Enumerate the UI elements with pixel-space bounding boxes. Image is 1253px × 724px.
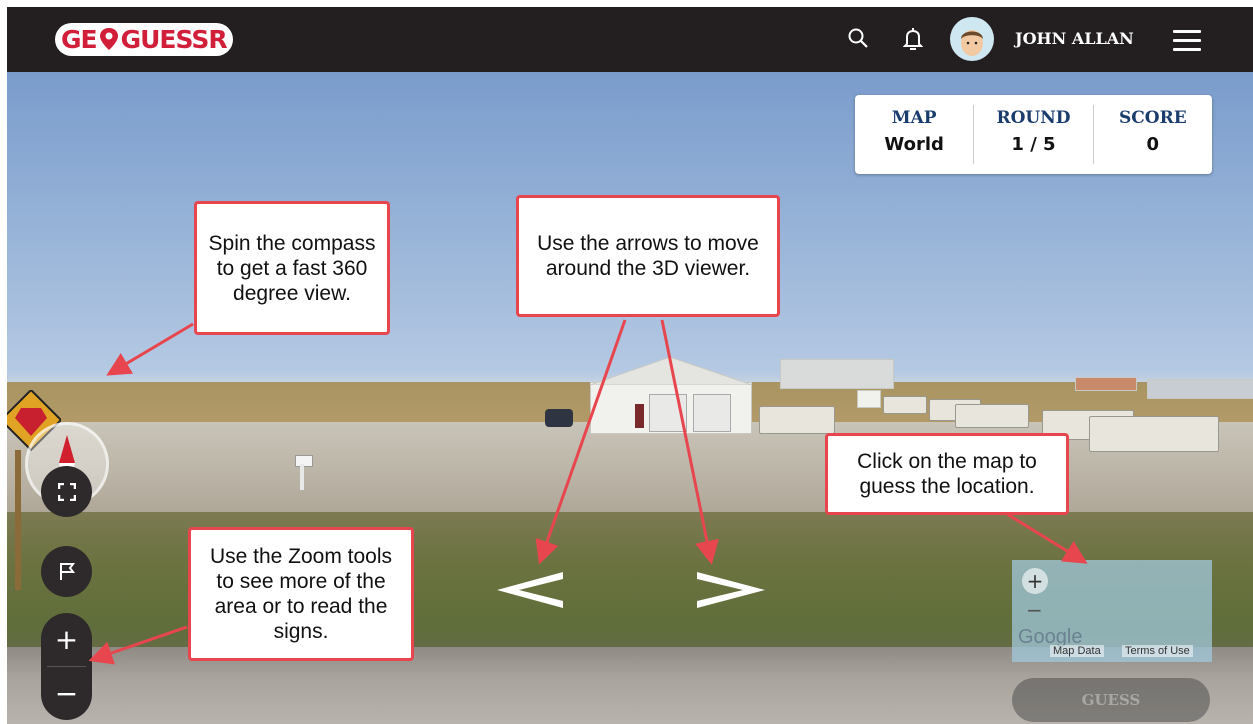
map-arrow bbox=[1006, 512, 1088, 564]
arrows-callout: Use the arrows to move around the 3D vie… bbox=[516, 195, 780, 317]
compass-callout: Spin the compass to get a fast 360 degre… bbox=[194, 201, 390, 335]
map-callout: Click on the map to guess the location. bbox=[825, 433, 1069, 515]
zoom-callout: Use the Zoom tools to see more of the ar… bbox=[188, 527, 414, 661]
game-frame: + − Google Map Data Terms of Use + − GUE… bbox=[7, 7, 1253, 724]
compass-arrow bbox=[106, 322, 194, 376]
forward-arrow-pointer bbox=[660, 319, 719, 565]
back-arrow-pointer bbox=[535, 319, 627, 565]
zoom-arrow bbox=[88, 625, 188, 665]
